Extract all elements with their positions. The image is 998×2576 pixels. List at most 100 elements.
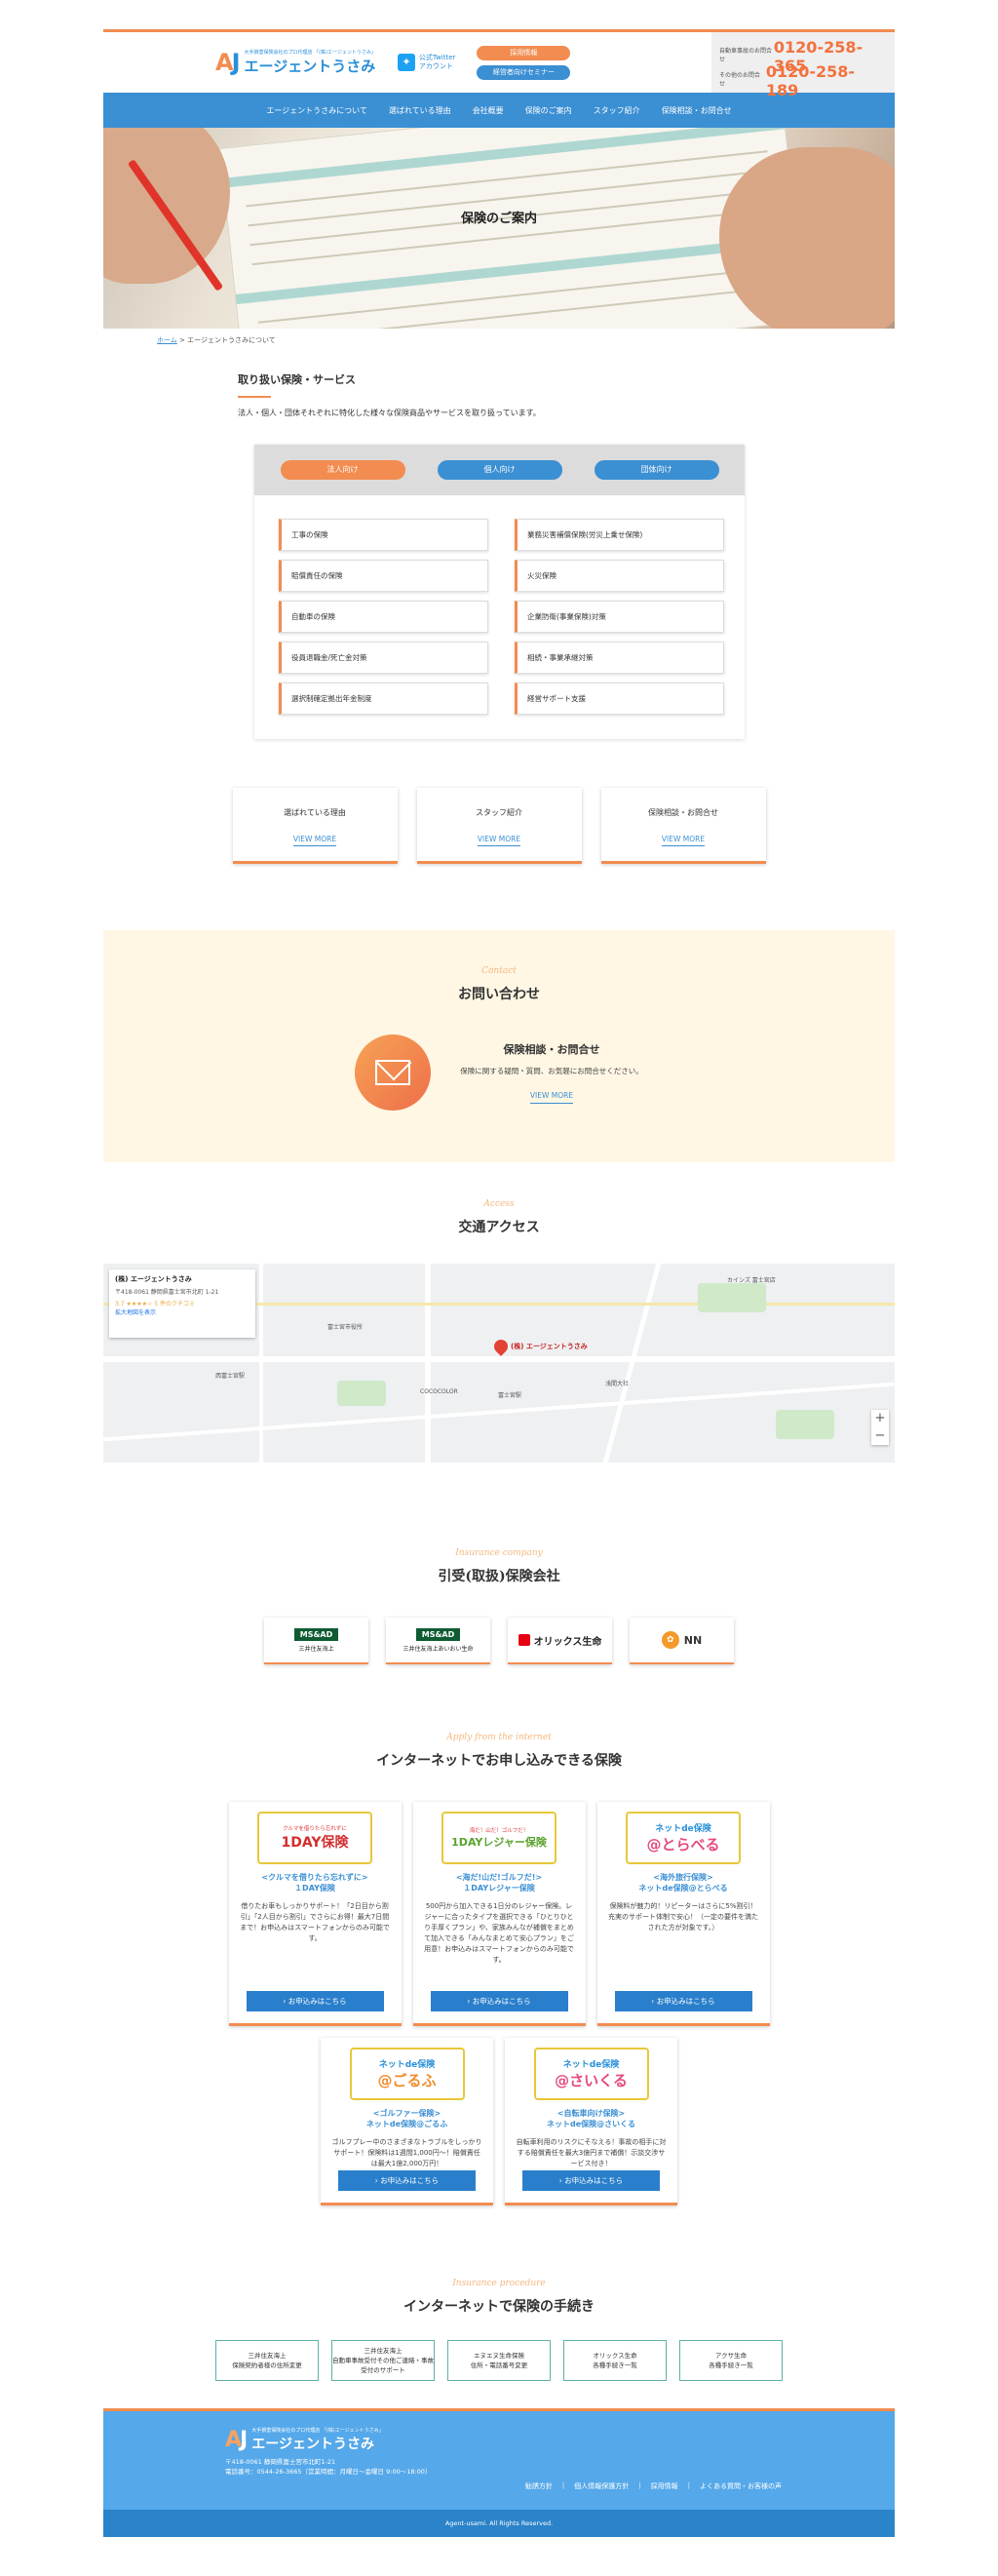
feature-card-staff[interactable]: スタッフ紹介 VIEW MORE (416, 788, 582, 864)
phone2-number[interactable]: 0120-258-189 (766, 62, 887, 99)
service-item[interactable]: 業務災害補償保険(労災上乗せ保険) (515, 519, 724, 551)
view-more-link: VIEW MORE (477, 835, 521, 846)
apply-card-title: <海だ!山だ!ゴルフだ!> １DAYレジャー保険 (455, 1873, 543, 1893)
footer-link-privacy-policy[interactable]: 個人情報保護方針 (574, 2481, 629, 2491)
service-item[interactable]: 火災保険 (515, 560, 724, 592)
service-item[interactable]: 賠償責任の保険 (279, 560, 488, 592)
recruit-button[interactable]: 採用情報 (477, 45, 571, 60)
zoom-in-icon[interactable]: + (871, 1410, 889, 1427)
procedure-link[interactable]: オリックス生命 各種手続き一覧 (563, 2340, 667, 2381)
procedure-link[interactable]: アクサ生命 各種手続き一覧 (679, 2340, 783, 2381)
apply-card-desc: 保険料が魅力的！リピーターはさらに5%割引！充実のサポート体制で安心！（一定の要… (608, 1902, 758, 1932)
apply-button[interactable]: › お申込みはこちら (246, 1991, 384, 2011)
apply-card-1day: クルマを借りたら忘れずに 1DAY保険 <クルマを借りたら忘れずに> １DAY保険… (228, 1802, 402, 2026)
footer-link-faq[interactable]: よくある質問・お客様の声 (700, 2481, 782, 2491)
site-footer: AJ 大手損害保険会社のプロ代理店 「(株)エージェントうさみ」 エージェントう… (103, 2408, 895, 2510)
apply-section: Apply from the internet インターネットでお申し込みできる… (103, 1664, 895, 2205)
footer-link-recruit[interactable]: 採用情報 (651, 2481, 678, 2491)
hero-hand-right (719, 147, 895, 329)
1day-banner[interactable]: クルマを借りたら忘れずに 1DAY保険 (257, 1812, 372, 1864)
apply-card-desc: 自転車利用のリスクにそなえる！事故の相手に対する賠償責任を最大3億円まで補償！示… (516, 2138, 667, 2167)
apply-button[interactable]: › お申込みはこちら (522, 2170, 660, 2191)
service-item[interactable]: 相続・事業承継対策 (515, 642, 724, 674)
services-section: 取り扱い保険・サービス 法人・個人・団体それぞれに特化した様々な保険商品やサービ… (103, 352, 895, 739)
insurer-logo-aioi-life[interactable]: MS&AD 三井住友海上あいおい生命 (386, 1618, 490, 1664)
golf-banner[interactable]: ネットde保険 @ごるふ (349, 2048, 465, 2100)
apply-card-leisure: 海だ！山だ！ゴルフだ！ 1DAYレジャー保険 <海だ!山だ!ゴルフだ!> １DAY… (412, 1802, 586, 2026)
nav-item-reasons[interactable]: 選ばれている理由 (378, 105, 462, 116)
apply-button[interactable]: › お申込みはこちら (430, 1991, 568, 2011)
access-heading: 交通アクセス (458, 1220, 540, 1235)
cycle-banner[interactable]: ネットde保険 @さいくる (533, 2048, 649, 2100)
map-pin-label: (株) エージェントうさみ (511, 1343, 588, 1350)
twitter-icon: ✦ (397, 54, 415, 71)
breadcrumb-home[interactable]: ホーム (157, 336, 177, 344)
map-enlarge-link[interactable]: 拡大地図を表示 (115, 1309, 156, 1316)
map-place-name: (株) エージェントうさみ (115, 1275, 192, 1283)
procedure-heading: インターネットで保険の手続き (403, 2299, 595, 2315)
services-heading: 取り扱い保険・サービス (238, 373, 356, 386)
nav-item-insurance[interactable]: 保険のご案内 (515, 105, 583, 116)
tab-corporate[interactable]: 法人向け (280, 460, 405, 480)
orix-logo-icon (518, 1634, 530, 1646)
tab-group[interactable]: 団体向け (594, 460, 719, 480)
contact-section: Contact お問い合わせ 保険相談・お問合せ 保険に関する疑問・質問、お気軽… (103, 930, 895, 1162)
page-title: 保険のご案内 (460, 212, 537, 226)
phone2-label: その他のお問合せ (719, 72, 761, 88)
map-label: 西富士宮駅 (215, 1373, 246, 1380)
insurer-logo-orix[interactable]: オリックス生命 (508, 1618, 612, 1664)
map-place-address: 〒418-0061 静岡県富士宮市北町 1-21 (115, 1289, 219, 1296)
nav-item-staff[interactable]: スタッフ紹介 (583, 105, 651, 116)
apply-button[interactable]: › お申込みはこちら (614, 1991, 752, 2011)
procedure-link[interactable]: 三井住友海上 自動車事故受付その他ご連絡・事故受付のサポート (331, 2340, 435, 2381)
google-map[interactable]: 富士宮市役所 富士宮駅 西富士宮駅 浅間大社 COCOCOLOR カインズ 富士… (103, 1264, 895, 1463)
access-section: Access 交通アクセス 富士宮市役所 富士宮駅 西富士宮駅 浅間大社 COC… (103, 1162, 895, 1463)
contact-view-more[interactable]: VIEW MORE (529, 1091, 574, 1104)
procedure-link[interactable]: エヌエヌ生命保険 住所・電話番号変更 (447, 2340, 551, 2381)
service-item[interactable]: 経営サポート支援 (515, 683, 724, 715)
view-more-link: VIEW MORE (292, 835, 337, 846)
map-pin-icon[interactable] (491, 1337, 511, 1356)
nav-item-about[interactable]: エージェントうさみについて (255, 105, 378, 116)
map-label: COCOCOLOR (420, 1388, 458, 1395)
apply-heading: インターネットでお申し込みできる保険 (376, 1753, 622, 1769)
site-logo[interactable]: AJ 大手損害保険会社のプロ代理店 「(株)エージェントうさみ」 エージェントう… (215, 49, 376, 76)
insurer-logo-mitsui-sumitomo[interactable]: MS&AD 三井住友海上 (264, 1618, 368, 1664)
service-item[interactable]: 自動車の保険 (279, 601, 488, 633)
footer-logo[interactable]: AJ 大手損害保険会社のプロ代理店 「(株)エージェントうさみ」 エージェントう… (225, 2427, 895, 2453)
zoom-out-icon[interactable]: − (871, 1427, 889, 1445)
contact-en-heading: Contact (481, 966, 517, 976)
insurer-logo-nn[interactable]: ✿ NN (630, 1618, 734, 1664)
map-place-rating: 3.7 ★★★★☆ 5 件のクチコミ (115, 1301, 195, 1308)
map-label: 富士宮市役所 (327, 1324, 364, 1331)
travel-banner[interactable]: ネットde保険 @とらべる (626, 1812, 741, 1864)
services-desc: 法人・個人・団体それぞれに特化した様々な保険商品やサービスを取り扱っています。 (238, 409, 541, 417)
services-panel: 法人向け 個人向け 団体向け 工事の保険 業務災害補償保険(労災上乗せ保険) 賠… (254, 445, 745, 739)
apply-card-desc: 借りたお車もしっかりサポート！「2日目から割引」「2人目から割引」でさらにお得！… (240, 1902, 390, 1942)
service-item[interactable]: 役員退職金/死亡金対策 (279, 642, 488, 674)
footer-link-solicitation-policy[interactable]: 勧誘方針 (525, 2481, 553, 2491)
service-item[interactable]: 選択制確定拠出年金制度 (279, 683, 488, 715)
apply-card-travel: ネットde保険 @とらべる <海外旅行保険> ネットde保険@とらべる 保険料が魅… (596, 1802, 770, 2026)
access-en-heading: Access (483, 1199, 515, 1209)
nav-item-contact[interactable]: 保険相談・お問合せ (651, 105, 743, 116)
apply-button[interactable]: › お申込みはこちら (338, 2170, 476, 2191)
tab-individual[interactable]: 個人向け (437, 460, 562, 480)
contact-title: 保険相談・お問合せ (503, 1043, 600, 1056)
feature-card-contact[interactable]: 保険相談・お問合せ VIEW MORE (600, 788, 766, 864)
insurers-section: Insurance company 引受(取扱)保険会社 MS&AD 三井住友海… (103, 1463, 895, 1664)
nav-item-company[interactable]: 会社概要 (462, 105, 515, 116)
procedure-link[interactable]: 三井住友海上 保険契約者様の住所変更 (215, 2340, 319, 2381)
apply-card-title: <クルマを借りたら忘れずに> １DAY保険 (261, 1873, 368, 1893)
service-item[interactable]: 企業防衛(事業保険)対策 (515, 601, 724, 633)
apply-en-heading: Apply from the internet (446, 1733, 552, 1742)
feature-card-reasons[interactable]: 選ばれている理由 VIEW MORE (232, 788, 398, 864)
map-zoom-control[interactable]: + − (871, 1410, 889, 1445)
apply-card-title: <海外旅行保険> ネットde保険@とらべる (638, 1873, 728, 1893)
twitter-link[interactable]: ✦ 公式Twitter アカウント (397, 54, 455, 71)
phone1-label: 自動車事故のお問合せ (719, 48, 773, 63)
leisure-banner[interactable]: 海だ！山だ！ゴルフだ！ 1DAYレジャー保険 (441, 1812, 557, 1864)
service-item[interactable]: 工事の保険 (279, 519, 488, 551)
seminar-button[interactable]: 経営者向けセミナー (477, 64, 571, 80)
services-tabs: 法人向け 個人向け 団体向け (254, 445, 745, 495)
